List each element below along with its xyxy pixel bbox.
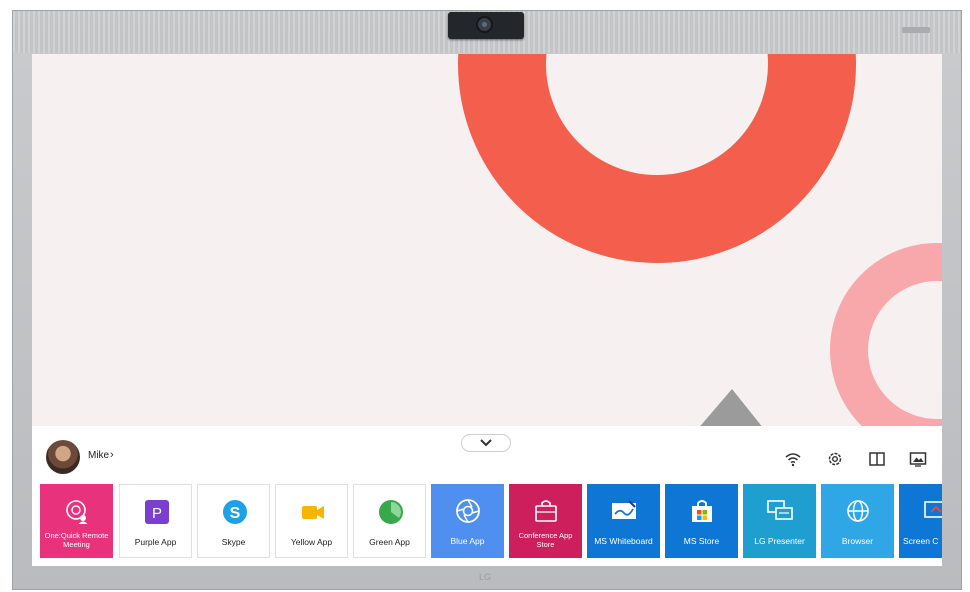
app-tile-conference-app-store[interactable]: Conference App Store bbox=[509, 484, 582, 558]
store-bag-icon bbox=[692, 500, 712, 522]
settings-gear-icon[interactable] bbox=[826, 450, 844, 468]
app-label: Green App bbox=[369, 537, 410, 547]
app-label: Yellow App bbox=[290, 537, 333, 547]
picture-mode-icon[interactable] bbox=[909, 450, 927, 468]
svg-text:S: S bbox=[230, 505, 241, 522]
app-tile-blue-app[interactable]: Blue App bbox=[431, 484, 504, 558]
purple-p-icon: P bbox=[145, 500, 169, 524]
user-avatar[interactable] bbox=[46, 440, 80, 474]
app-label: One:Quick Remote Meeting bbox=[44, 531, 109, 549]
app-tile-purple-app[interactable]: P Purple App bbox=[119, 484, 192, 558]
collapse-dock-button[interactable] bbox=[461, 434, 511, 452]
whiteboard-icon bbox=[612, 500, 636, 519]
app-label: LG Presenter bbox=[754, 536, 805, 546]
wifi-icon[interactable] bbox=[784, 450, 802, 468]
globe-icon bbox=[847, 500, 869, 522]
remote-meeting-icon bbox=[66, 500, 88, 524]
app-tile-screen-share[interactable]: Screen C bbox=[899, 484, 942, 558]
app-tile-lg-presenter[interactable]: LG Presenter bbox=[743, 484, 816, 558]
app-label: Screen C bbox=[903, 536, 939, 546]
app-tile-one-quick-remote-meeting[interactable]: One:Quick Remote Meeting bbox=[40, 484, 113, 558]
chevron-down-icon bbox=[480, 439, 492, 447]
app-tile-green-app[interactable]: Green App bbox=[353, 484, 426, 558]
wallpaper-pink-ring bbox=[830, 243, 942, 457]
app-tile-skype[interactable]: S Skype bbox=[197, 484, 270, 558]
split-screen-icon[interactable] bbox=[868, 450, 886, 468]
app-label: MS Store bbox=[683, 536, 720, 546]
shopping-bag-icon bbox=[535, 500, 557, 522]
app-label: Browser bbox=[841, 536, 874, 546]
green-pie-icon bbox=[379, 500, 403, 524]
user-chevron-icon[interactable]: › bbox=[110, 449, 114, 461]
screen-share-icon bbox=[924, 501, 942, 518]
presenter-screens-icon bbox=[767, 500, 793, 520]
brand-logo: LG bbox=[478, 572, 491, 582]
webcam-lens-icon bbox=[476, 16, 493, 33]
webcam bbox=[448, 12, 524, 39]
app-label: Purple App bbox=[134, 537, 177, 547]
user-name[interactable]: Mike bbox=[88, 450, 109, 461]
ambient-sensor bbox=[902, 27, 930, 33]
app-label: Conference App Store bbox=[518, 531, 573, 549]
app-tile-yellow-app[interactable]: Yellow App bbox=[275, 484, 348, 558]
app-tile-ms-store[interactable]: MS Store bbox=[665, 484, 738, 558]
app-launcher-dock: Mike › One:Quick Remote Meeting P Purple… bbox=[32, 426, 942, 566]
video-camera-icon bbox=[302, 506, 324, 519]
app-tile-ms-whiteboard[interactable]: MS Whiteboard bbox=[587, 484, 660, 558]
app-label: Blue App bbox=[450, 536, 485, 546]
app-label: MS Whiteboard bbox=[594, 536, 653, 546]
home-screen: Mike › One:Quick Remote Meeting P Purple… bbox=[32, 54, 942, 566]
aperture-icon bbox=[456, 499, 480, 523]
wallpaper-red-ring bbox=[458, 54, 856, 263]
app-label: Skype bbox=[221, 537, 246, 547]
skype-icon: S bbox=[223, 500, 247, 524]
app-tile-browser[interactable]: Browser bbox=[821, 484, 894, 558]
svg-text:P: P bbox=[152, 505, 162, 522]
